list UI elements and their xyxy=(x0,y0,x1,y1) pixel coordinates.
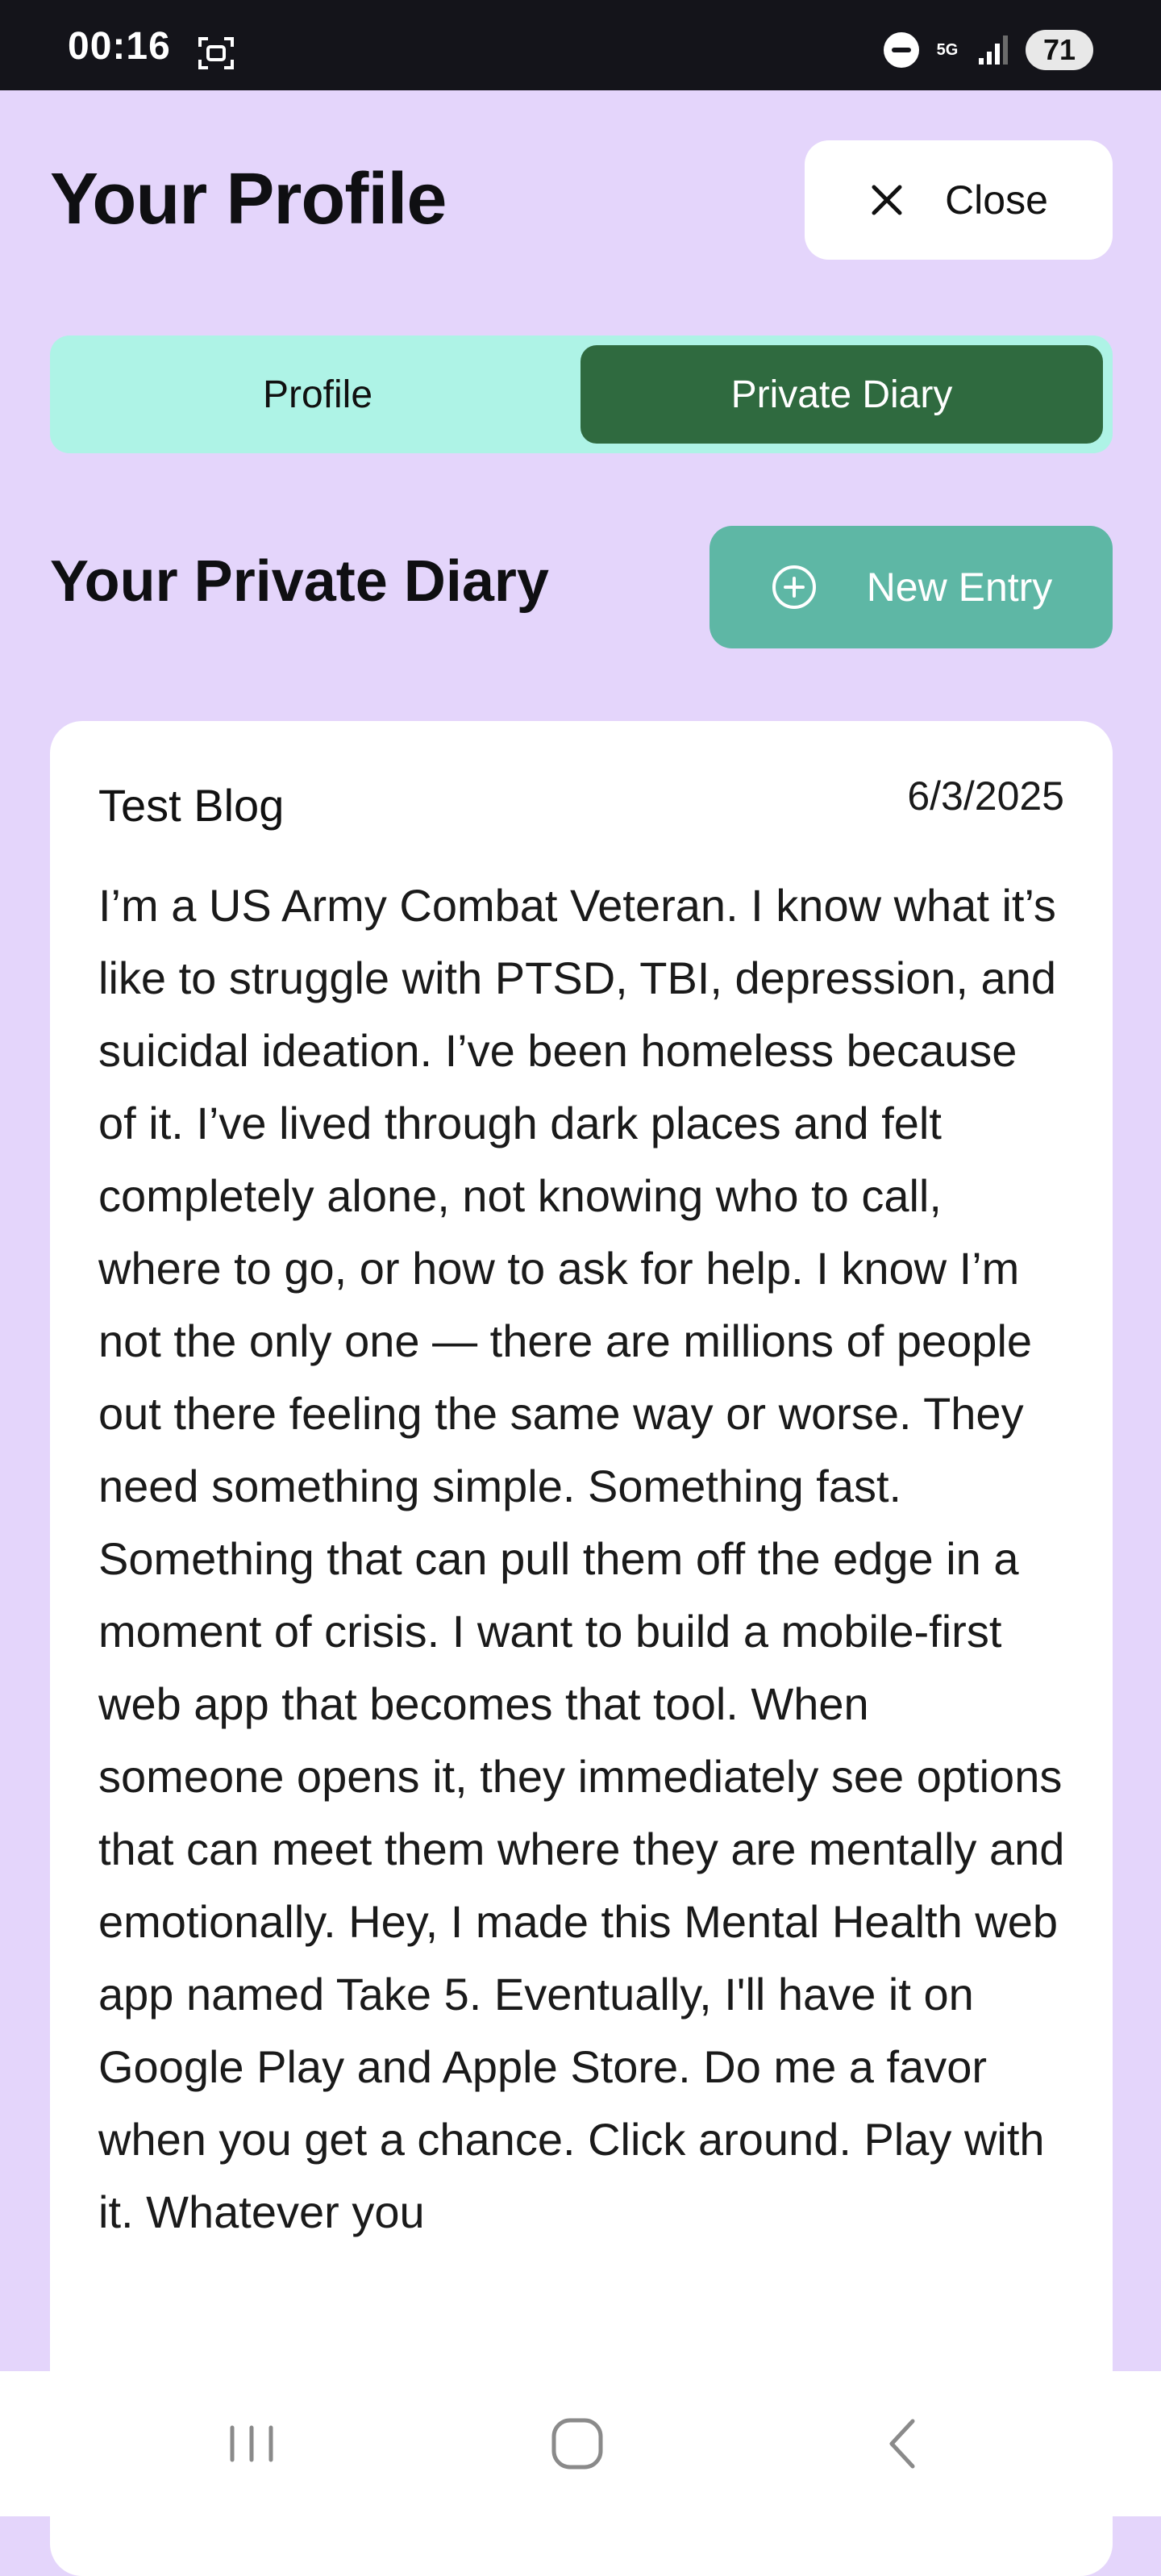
network-type-label: 5G xyxy=(936,41,959,59)
battery-level-badge: 71 xyxy=(1026,30,1093,70)
status-time: 00:16 xyxy=(68,25,171,68)
signal-strength-icon xyxy=(979,35,1008,65)
plus-circle-icon xyxy=(772,565,816,609)
recent-apps-icon[interactable] xyxy=(203,2411,300,2476)
entry-title: Test Blog xyxy=(98,780,285,831)
close-button[interactable]: Close xyxy=(805,140,1113,260)
tab-profile[interactable]: Profile xyxy=(60,345,576,444)
status-bar: 00:16 5G 71 xyxy=(0,0,1161,90)
screenshot-icon xyxy=(198,37,234,69)
profile-tab-bar: Profile Private Diary xyxy=(50,336,1113,453)
tab-private-diary[interactable]: Private Diary xyxy=(580,345,1103,444)
diary-entry-card[interactable]: Test Blog 6/3/2025 I’m a US Army Combat … xyxy=(50,721,1113,2576)
status-indicators: 5G 71 xyxy=(884,27,1093,73)
close-button-label: Close xyxy=(945,177,1048,223)
home-icon[interactable] xyxy=(529,2411,626,2476)
new-entry-label: New Entry xyxy=(866,565,1053,610)
page-title: Your Profile xyxy=(50,159,447,240)
new-entry-button[interactable]: New Entry xyxy=(710,526,1113,648)
entry-date: 6/3/2025 xyxy=(907,773,1064,819)
entry-body: I’m a US Army Combat Veteran. I know wha… xyxy=(98,880,1065,2237)
navigation-bar xyxy=(0,2371,1161,2516)
close-icon xyxy=(872,185,902,215)
do-not-disturb-icon xyxy=(884,32,919,68)
back-icon[interactable] xyxy=(855,2411,951,2476)
section-title: Your Private Diary xyxy=(50,549,549,614)
